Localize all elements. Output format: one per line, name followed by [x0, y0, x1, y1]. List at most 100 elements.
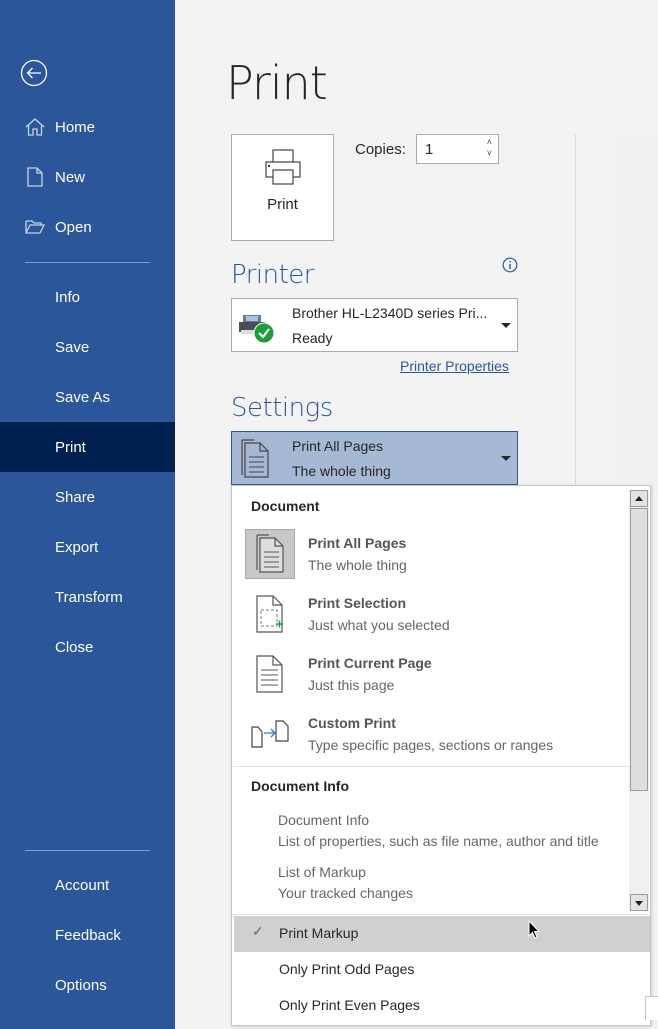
printer-status: Ready [292, 330, 333, 346]
sidebar-item-label: Info [55, 288, 81, 306]
menu-header-document: Document [251, 498, 320, 514]
printer-name: Brother HL-L2340D series Pri... [292, 305, 488, 321]
sidebar-item-feedback[interactable]: Feedback [0, 910, 175, 960]
option-desc: Just what you selected [308, 617, 450, 633]
sidebar-item-label: Close [55, 638, 94, 656]
option-icon-box [245, 649, 295, 699]
menu-option-custom-print[interactable]: Custom Print Type specific pages, sectio… [242, 709, 627, 767]
copies-value: 1 [425, 141, 434, 158]
menu-option-print-all-pages[interactable]: Print All Pages The whole thing [242, 529, 627, 587]
copies-input[interactable]: 1 ˄ ˅ [416, 134, 499, 164]
sidebar-item-label: Save As [55, 388, 111, 406]
sidebar-item-label: Feedback [55, 926, 121, 944]
sidebar-item-save-as[interactable]: Save As [0, 372, 175, 422]
info-icon[interactable] [502, 257, 518, 273]
sidebar-item-open[interactable]: Open [0, 202, 175, 252]
sidebar-item-new[interactable]: New [0, 152, 175, 202]
back-arrow-icon[interactable] [20, 59, 48, 87]
sidebar-item-label: Home [55, 118, 96, 136]
copies-label: Copies: [355, 141, 406, 158]
spin-down-icon[interactable]: ˅ [487, 148, 492, 159]
sidebar-divider [25, 262, 150, 263]
partial-field-behind-menu [645, 996, 658, 1020]
home-icon [25, 118, 45, 136]
option-icon-box [245, 589, 295, 639]
option-desc: Your tracked changes [278, 885, 413, 901]
toggle-print-markup[interactable]: ✓ Print Markup [234, 916, 650, 952]
option-title: Document Info [278, 812, 370, 828]
all-pages-icon [241, 439, 269, 478]
option-title: Print All Pages [308, 535, 407, 551]
toggle-label: Only Print Even Pages [279, 997, 420, 1013]
print-range-menu: Document Print All Pages The whole thing… [231, 485, 651, 1026]
scroll-down-icon[interactable] [630, 894, 648, 911]
toggle-label: Print Markup [279, 925, 359, 941]
option-title: Print Selection [308, 595, 407, 611]
sidebar-item-label: Print [55, 438, 86, 456]
option-title: Print Current Page [308, 655, 432, 671]
sidebar-item-account[interactable]: Account [0, 860, 175, 910]
toggle-label: Only Print Odd Pages [279, 961, 415, 977]
sidebar-item-label: Transform [55, 588, 123, 606]
menu-header-document-info: Document Info [251, 778, 349, 794]
printer-properties-link[interactable]: Printer Properties [400, 358, 509, 374]
sidebar-item-export[interactable]: Export [0, 522, 175, 572]
current-page-icon [256, 655, 283, 693]
menu-option-list-of-markup[interactable]: List of Markup Your tracked changes [278, 864, 628, 901]
option-title: Custom Print [308, 715, 396, 731]
print-preview-pane [614, 134, 658, 494]
sidebar-item-label: Save [55, 338, 90, 356]
sidebar-item-save[interactable]: Save [0, 322, 175, 372]
option-desc: Type specific pages, sections or ranges [308, 737, 554, 753]
sidebar-item-label: Open [55, 218, 92, 236]
settings-section-title: Settings [231, 393, 333, 423]
print-button-label: Print [267, 196, 298, 213]
printer-icon [264, 149, 301, 185]
all-pages-icon [256, 534, 284, 573]
option-desc: Just this page [308, 677, 395, 693]
sidebar-item-home[interactable]: Home [0, 102, 175, 152]
sidebar-item-label: Export [55, 538, 99, 556]
page-title: Print [226, 56, 328, 110]
sidebar-item-label: Account [55, 876, 110, 894]
chevron-down-icon [501, 323, 511, 328]
new-document-icon [27, 167, 43, 187]
sidebar-item-label: Share [55, 488, 96, 506]
sidebar-item-label: New [55, 168, 86, 186]
scroll-thumb[interactable] [630, 508, 648, 791]
print-button[interactable]: Print [231, 134, 334, 241]
printer-dropdown[interactable]: Brother HL-L2340D series Pri... Ready [231, 298, 518, 352]
sidebar-item-transform[interactable]: Transform [0, 572, 175, 622]
toggle-only-print-even-pages[interactable]: Only Print Even Pages [234, 988, 650, 1024]
option-desc: List of properties, such as file name, a… [278, 833, 599, 849]
scroll-up-icon[interactable] [630, 490, 648, 507]
sidebar-item-info[interactable]: Info [0, 272, 175, 322]
toggle-only-print-odd-pages[interactable]: Only Print Odd Pages [234, 952, 650, 988]
option-desc: The whole thing [308, 557, 407, 573]
menu-scrollbar[interactable] [629, 490, 649, 911]
option-icon-box [245, 529, 295, 579]
panel-divider [575, 134, 576, 494]
menu-option-print-selection[interactable]: Print Selection Just what you selected [242, 589, 627, 647]
menu-option-print-current-page[interactable]: Print Current Page Just this page [242, 649, 627, 707]
sidebar-item-close[interactable]: Close [0, 622, 175, 672]
checkmark-icon: ✓ [252, 923, 264, 939]
sidebar-item-options[interactable]: Options [0, 960, 175, 1010]
menu-separator [233, 914, 649, 915]
spin-up-icon[interactable]: ˄ [487, 137, 492, 148]
copies-spinner[interactable]: ˄ ˅ [487, 137, 492, 159]
menu-separator [233, 766, 629, 767]
printer-section-title: Printer [231, 260, 315, 290]
sidebar-divider [25, 850, 150, 851]
selected-range-desc: The whole thing [292, 463, 391, 479]
backstage-sidebar: Home New Open Info Save Save As Print Sh… [0, 0, 175, 1029]
option-title: List of Markup [278, 864, 366, 880]
sidebar-item-print[interactable]: Print [0, 422, 175, 472]
print-range-dropdown[interactable]: Print All Pages The whole thing [231, 431, 518, 485]
mouse-cursor-icon [528, 920, 540, 939]
menu-option-document-info[interactable]: Document Info List of properties, such a… [278, 812, 628, 849]
custom-print-icon [251, 720, 289, 748]
printer-ready-icon [239, 315, 275, 344]
selected-range-title: Print All Pages [292, 438, 384, 454]
sidebar-item-share[interactable]: Share [0, 472, 175, 522]
